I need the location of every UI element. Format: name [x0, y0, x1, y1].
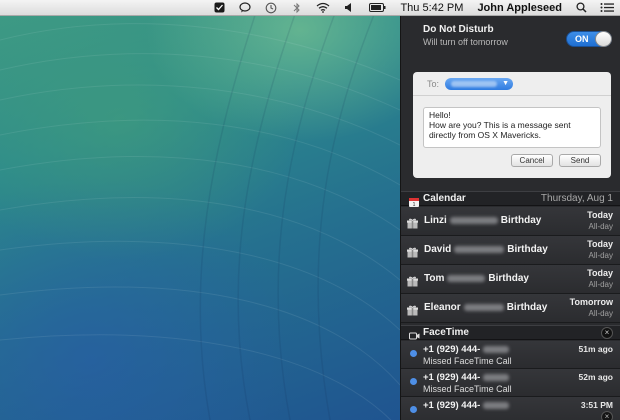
menu-bar: Thu 5:42 PM John Appleseed — [0, 0, 620, 16]
notification-center-panel: Do Not Disturb Will turn off tomorrow ON… — [400, 16, 620, 420]
bluetooth-icon[interactable] — [290, 2, 304, 14]
video-camera-icon — [409, 328, 420, 340]
event-allday: All-day — [588, 280, 613, 289]
cancel-button[interactable]: Cancel — [511, 154, 553, 167]
event-when: Today — [587, 239, 613, 249]
event-name: Tom — [424, 273, 445, 284]
call-number: +1 (929) 444- — [423, 400, 512, 411]
call-number-visible: +1 (929) 444- — [423, 400, 481, 411]
event-when: Tomorrow — [569, 297, 613, 307]
unread-dot — [410, 378, 417, 385]
search-icon[interactable] — [574, 2, 588, 14]
clear-facetime-button[interactable]: × — [601, 327, 613, 339]
calendar-date: Thursday, Aug 1 — [540, 193, 613, 204]
event-suffix: Birthday — [488, 273, 529, 284]
calendar-event-row[interactable]: Eleanor Birthday Tomorrow All-day — [401, 294, 620, 323]
redacted-digits — [483, 401, 510, 409]
event-suffix: Birthday — [500, 215, 542, 226]
call-description: Missed FaceTime Call — [423, 356, 512, 366]
redacted-surname — [449, 216, 498, 224]
event-name: Linzi — [424, 215, 447, 226]
event-allday: All-day — [588, 309, 613, 318]
calendar-event-row[interactable]: Tom Birthday Today All-day — [401, 265, 620, 294]
chevron-down-icon: ▼ — [502, 80, 509, 87]
battery-icon[interactable] — [368, 2, 386, 14]
checklist-icon[interactable] — [212, 2, 226, 14]
call-number: +1 (929) 444- — [423, 344, 512, 355]
dnd-toggle-label: ON — [575, 34, 589, 44]
desktop-wallpaper — [0, 0, 400, 420]
calendar-section-header: 1 Calendar Thursday, Aug 1 — [401, 191, 620, 208]
event-suffix: Birthday — [507, 244, 548, 255]
call-number-visible: +1 (929) 444- — [423, 344, 481, 355]
redacted-digits — [483, 345, 510, 353]
call-time: 3:51 PM — [580, 400, 613, 410]
recipient-redacted — [451, 80, 497, 87]
speech-bubble-icon[interactable] — [238, 2, 252, 14]
menu-bar-clock[interactable]: Thu 5:42 PM — [400, 2, 463, 14]
gift-icon — [407, 216, 418, 229]
event-title: Eleanor Birthday — [424, 302, 547, 313]
to-label: To: — [427, 79, 440, 89]
redacted-digits — [483, 373, 510, 381]
unread-dot — [410, 406, 417, 413]
calendar-event-row[interactable]: Linzi Birthday Today All-day — [401, 207, 620, 236]
calendar-title: Calendar — [423, 193, 466, 204]
wave-texture — [0, 0, 400, 420]
event-name: Eleanor — [424, 302, 461, 313]
facetime-title: FaceTime — [423, 327, 469, 338]
redacted-surname — [454, 245, 505, 253]
facetime-call-row[interactable]: +1 (929) 444- 3:51 PM × — [401, 397, 620, 420]
event-title: David Birthday — [424, 244, 548, 255]
recipient-row: To: ▼ — [413, 72, 611, 96]
facetime-section-header: FaceTime × — [401, 325, 620, 340]
call-time: 51m ago — [578, 344, 614, 354]
call-number: +1 (929) 444- — [423, 372, 512, 383]
send-button[interactable]: Send — [559, 154, 601, 167]
event-allday: All-day — [588, 251, 613, 260]
do-not-disturb-section: Do Not Disturb Will turn off tomorrow ON — [401, 16, 620, 62]
event-when: Today — [587, 268, 613, 278]
gift-icon — [407, 245, 418, 258]
redacted-surname — [463, 303, 504, 311]
event-allday: All-day — [588, 222, 613, 231]
calendar-icon: 1 — [409, 194, 419, 208]
volume-icon[interactable] — [342, 2, 356, 14]
list-icon[interactable] — [600, 2, 614, 14]
event-name: David — [424, 244, 452, 255]
redacted-surname — [447, 274, 486, 282]
event-when: Today — [587, 210, 613, 220]
calendar-event-row[interactable]: David Birthday Today All-day — [401, 236, 620, 265]
dnd-toggle[interactable]: ON — [566, 31, 612, 47]
event-suffix: Birthday — [506, 302, 548, 313]
facetime-call-row[interactable]: +1 (929) 444- Missed FaceTime Call 52m a… — [401, 369, 620, 397]
call-description: Missed FaceTime Call — [423, 384, 512, 394]
toggle-knob — [595, 31, 612, 47]
dismiss-call-button[interactable]: × — [601, 411, 613, 420]
event-title: Linzi Birthday — [424, 215, 541, 226]
event-title: Tom Birthday — [424, 273, 529, 284]
time-machine-icon[interactable] — [264, 2, 278, 14]
share-message-widget: To: ▼ Hello! How are you? This is a mess… — [413, 72, 611, 178]
gift-icon — [407, 303, 418, 316]
menu-bar-user[interactable]: John Appleseed — [477, 2, 562, 14]
facetime-call-row[interactable]: +1 (929) 444- Missed FaceTime Call 51m a… — [401, 341, 620, 369]
call-number-visible: +1 (929) 444- — [423, 372, 481, 383]
wifi-icon[interactable] — [316, 2, 330, 14]
recipient-token[interactable]: ▼ — [445, 78, 513, 90]
call-time: 52m ago — [578, 372, 614, 382]
gift-icon — [407, 274, 418, 287]
unread-dot — [410, 350, 417, 357]
message-field[interactable]: Hello! How are you? This is a message se… — [423, 107, 601, 148]
